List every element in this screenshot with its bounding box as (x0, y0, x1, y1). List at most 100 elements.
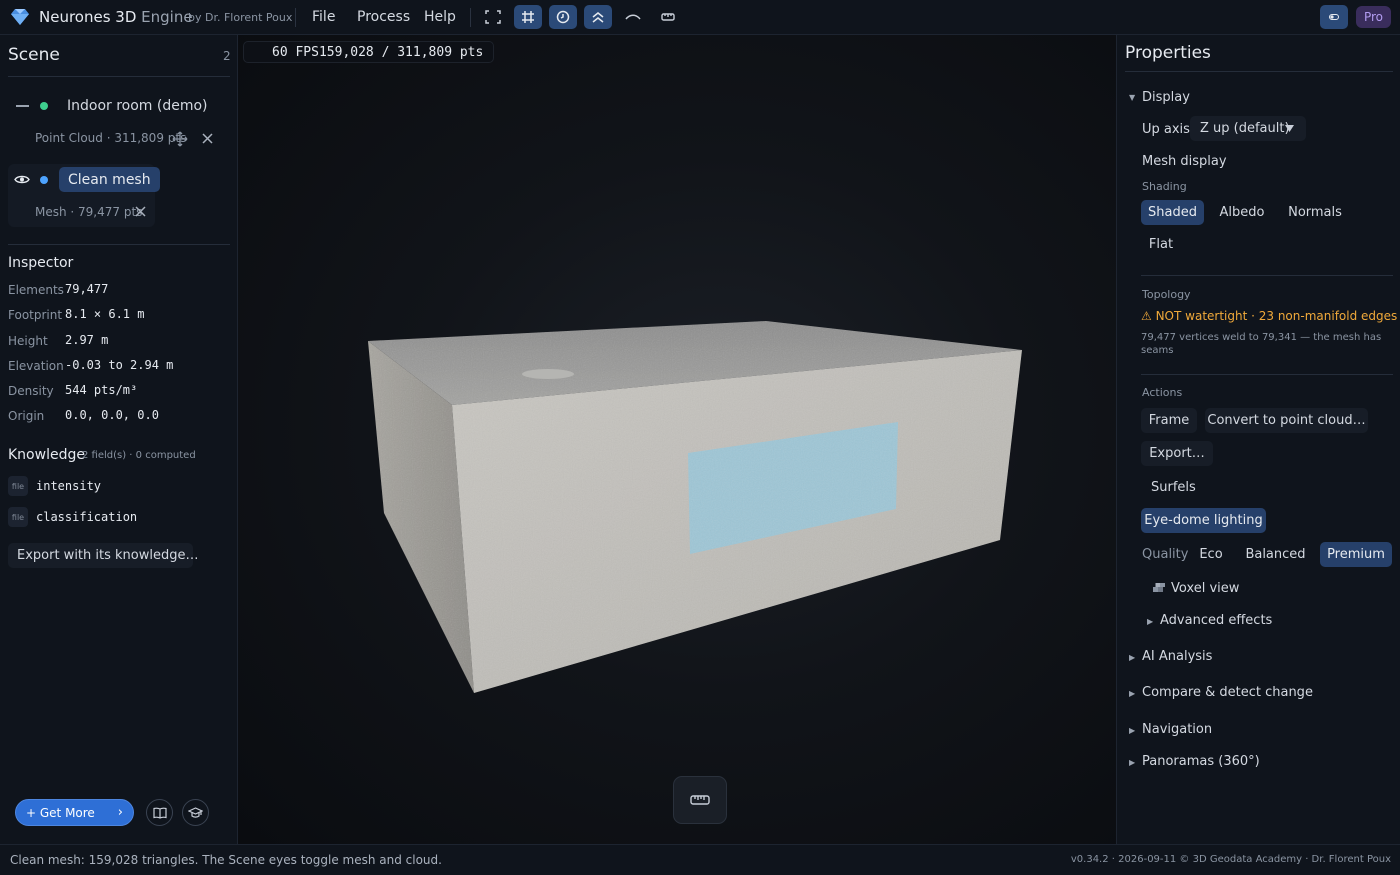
voxel-cube-icon (1153, 583, 1165, 592)
section-ai-analysis[interactable]: AI Analysis (1142, 649, 1212, 664)
measure-button[interactable] (673, 776, 727, 824)
close-icon[interactable] (202, 133, 213, 144)
chevron-right-icon: › (117, 805, 123, 820)
academy-button[interactable] (182, 799, 209, 826)
surfels-toggle[interactable]: Surfels (1151, 480, 1196, 495)
quality-eco[interactable]: Eco (1192, 542, 1230, 567)
layer-info: Mesh · 79,477 pts (35, 205, 143, 219)
caret-right-icon[interactable]: ▶ (1129, 653, 1135, 662)
fullscreen-icon (485, 10, 501, 24)
section-compare[interactable]: Compare & detect change (1142, 685, 1313, 700)
docs-button[interactable] (146, 799, 173, 826)
diamond-logo-icon (11, 9, 29, 25)
quality-premium[interactable]: Premium (1320, 542, 1392, 567)
measure-tool-button[interactable] (654, 5, 682, 29)
topology-detail: 79,477 vertices weld to 79,341 — the mes… (1141, 332, 1382, 356)
menu-process[interactable]: Process (357, 9, 410, 25)
top-bar: Neurones 3D Engine by Dr. Florent Poux F… (0, 0, 1400, 35)
export-knowledge-button[interactable]: Export with its knowledge… (8, 543, 198, 568)
caret-right-icon[interactable]: ▶ (1129, 758, 1135, 767)
book-icon (152, 807, 167, 819)
get-more-button[interactable]: + Get More › (15, 799, 134, 826)
shading-label: Shading (1142, 180, 1187, 193)
voxel-view-toggle[interactable]: Voxel view (1171, 581, 1239, 596)
orbit-icon (556, 10, 570, 24)
menu-help[interactable]: Help (424, 9, 456, 25)
move-icon[interactable] (172, 131, 188, 147)
grid-toggle-button[interactable] (514, 5, 542, 29)
divider (1141, 275, 1393, 276)
layer-color-dot (40, 176, 48, 184)
3d-viewport[interactable]: 60 FPS 159,028 / 311,809 pts (238, 35, 1116, 844)
pro-badge[interactable]: Pro (1356, 6, 1391, 28)
caret-right-icon[interactable]: ▶ (1129, 726, 1135, 735)
hidden-eye-icon[interactable] (16, 105, 29, 107)
close-icon[interactable] (135, 206, 146, 217)
divider (470, 8, 471, 27)
up-axis-value: Z up (default) (1200, 121, 1290, 136)
properties-panel: Properties ▼ Display Up axis Mesh displa… (1116, 35, 1400, 844)
caret-down-icon[interactable]: ▼ (1129, 93, 1135, 102)
inspector-value: 79,477 (65, 282, 109, 296)
caret-right-icon[interactable]: ▶ (1147, 617, 1153, 626)
quality-balanced[interactable]: Balanced (1240, 542, 1311, 567)
layer-name[interactable]: Indoor room (demo) (67, 98, 208, 114)
inspector-value: 8.1 × 6.1 m (65, 307, 145, 321)
knowledge-field[interactable]: intensity (36, 479, 101, 493)
inspector-value: 544 pts/m³ (65, 383, 138, 397)
ruler-icon (661, 13, 675, 21)
mesh-artifact (522, 369, 574, 379)
convert-to-point-cloud-button[interactable]: Convert to point cloud… (1205, 408, 1368, 433)
section-display[interactable]: Display (1142, 90, 1190, 105)
caret-right-icon[interactable]: ▶ (1129, 689, 1135, 698)
shading-normals[interactable]: Normals (1280, 200, 1350, 225)
file-badge: file (8, 476, 28, 496)
actions-label: Actions (1142, 386, 1183, 399)
mesh-display-label: Mesh display (1142, 154, 1227, 169)
inspector-value: 2.97 m (65, 333, 109, 347)
up-axis-select[interactable]: Z up (default) (1190, 116, 1306, 141)
eye-icon[interactable] (14, 174, 30, 185)
inspector-label: Elements (8, 283, 64, 297)
menu-file[interactable]: File (312, 9, 335, 25)
caret-down-icon (1285, 125, 1294, 132)
warning-icon: ⚠ (1141, 309, 1156, 323)
toggle-icon (1329, 14, 1339, 20)
shading-flat[interactable]: Flat (1141, 232, 1181, 257)
export-button[interactable]: Export… (1141, 441, 1213, 466)
curve-tool-button[interactable] (619, 5, 647, 29)
section-navigation[interactable]: Navigation (1142, 722, 1212, 737)
layer-color-dot (40, 102, 48, 110)
shading-albedo[interactable]: Albedo (1213, 200, 1271, 225)
version-info: v0.34.2 · 2026-09-11 © 3D Geodata Academ… (1070, 854, 1391, 865)
scene-title: Scene (8, 45, 60, 65)
properties-title: Properties (1125, 43, 1211, 63)
inspector-label: Origin (8, 409, 45, 423)
layer-name-selected[interactable]: Clean mesh (59, 167, 160, 192)
layer-info: Point Cloud · 311,809 pts (35, 131, 187, 145)
knowledge-field[interactable]: classification (36, 510, 137, 524)
knowledge-subtitle: 2 field(s) · 0 computed (82, 450, 196, 461)
fullscreen-button[interactable] (479, 5, 507, 29)
account-button[interactable] (1320, 5, 1348, 29)
mesh-render[interactable] (238, 35, 1116, 844)
layers-toggle-button[interactable] (584, 5, 612, 29)
shading-shaded[interactable]: Shaded (1141, 200, 1204, 225)
divider (295, 8, 296, 27)
inspector-label: Footprint (8, 308, 63, 322)
eye-dome-lighting-toggle[interactable]: Eye-dome lighting (1141, 508, 1266, 533)
curve-icon (625, 14, 641, 20)
status-message: Clean mesh: 159,028 triangles. The Scene… (10, 853, 442, 867)
orbit-toggle-button[interactable] (549, 5, 577, 29)
advanced-effects[interactable]: Advanced effects (1160, 613, 1272, 628)
knowledge-title: Knowledge (8, 447, 85, 463)
divider (8, 76, 230, 77)
status-bar: Clean mesh: 159,028 triangles. The Scene… (0, 844, 1400, 875)
inspector-label: Height (8, 334, 48, 348)
get-more-label: + Get More (26, 805, 95, 820)
grid-icon (522, 11, 534, 23)
frame-button[interactable]: Frame (1141, 408, 1197, 433)
quality-label: Quality (1142, 547, 1189, 562)
scene-count: 2 (223, 49, 231, 63)
section-panoramas[interactable]: Panoramas (360°) (1142, 754, 1260, 769)
